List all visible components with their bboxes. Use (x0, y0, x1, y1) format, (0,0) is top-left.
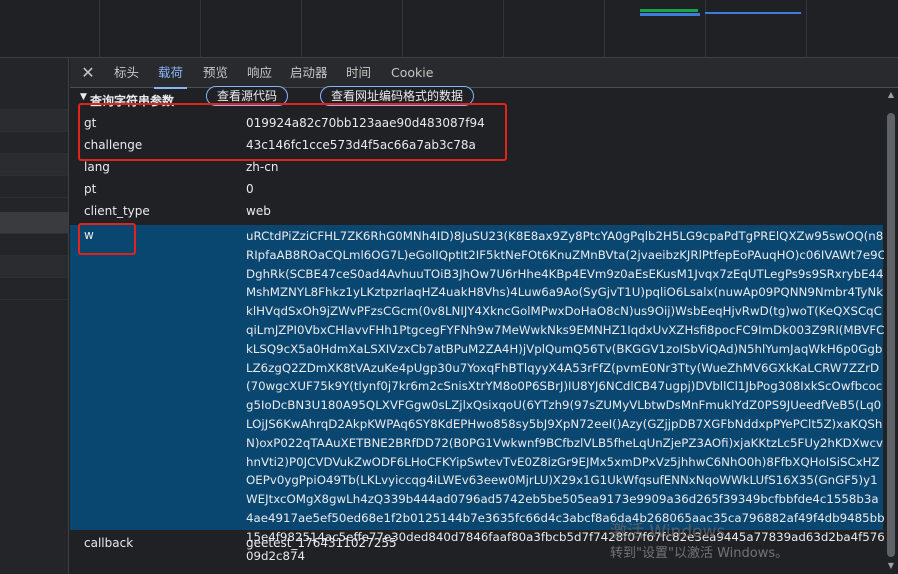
request-list-row[interactable] (0, 278, 68, 300)
highlight-box (78, 223, 136, 255)
timeline-gridline (200, 0, 201, 58)
param-value: 0 (246, 182, 254, 196)
devtools-detail-tabbar: ✕ 标头 载荷 预览 响应 启动器 时间 Cookie (70, 58, 898, 89)
horizontal-scroll-area (70, 566, 883, 574)
timeline-gridline (99, 0, 100, 58)
windows-activation-watermark-text: 转到"设置"以激活 Windows。 (610, 546, 789, 561)
param-row: lang zh-cn (70, 160, 883, 180)
param-value: web (246, 204, 271, 218)
request-list-row[interactable] (0, 256, 68, 278)
tab-cookies[interactable]: Cookie (387, 58, 437, 88)
request-list-column[interactable] (0, 58, 69, 574)
param-row: pt 0 (70, 182, 883, 202)
tab-timing[interactable]: 时间 (342, 58, 375, 88)
param-value: zh-cn (246, 160, 279, 174)
vertical-scrollbar[interactable]: ▲ ▼ (884, 89, 898, 574)
close-icon[interactable]: ✕ (78, 63, 98, 83)
param-row-selected[interactable]: w uRCtdPiZziCFHL7ZK6RhG0MNh4ID)8JuSU23(K… (70, 225, 886, 563)
request-list-row[interactable] (0, 132, 68, 154)
request-list-row[interactable] (0, 88, 68, 110)
payload-panel: ▼ 查询字符串参数 查看源代码 查看网址编码格式的数据 gt 019924a82… (70, 86, 886, 574)
request-list-row[interactable] (0, 176, 68, 198)
caret-down-icon[interactable]: ▼ (80, 92, 87, 102)
param-value-w[interactable]: uRCtdPiZziCFHL7ZK6RhG0MNh4ID)8JuSU23(K8E… (246, 227, 886, 565)
tab-preview[interactable]: 预览 (199, 58, 232, 88)
timeline-request-bar (640, 9, 698, 12)
param-key: lang (84, 160, 110, 174)
timeline-gridline (604, 0, 605, 58)
tab-headers[interactable]: 标头 (110, 58, 143, 88)
timeline-request-bar (705, 12, 801, 14)
param-value: geetest_1764311027255 (246, 536, 397, 550)
tab-payload[interactable]: 载荷 (154, 58, 188, 89)
timeline-gridline (301, 0, 302, 58)
timeline-gridline (705, 0, 706, 58)
request-list-row[interactable] (0, 154, 68, 176)
tab-initiator[interactable]: 启动器 (286, 58, 332, 88)
request-list-row[interactable] (0, 234, 68, 256)
request-list-row[interactable] (0, 110, 68, 132)
timeline-request-bar (640, 13, 700, 16)
highlight-box (78, 103, 507, 161)
windows-activation-watermark-title: 激活 Windows (610, 522, 726, 542)
scroll-up-arrow-icon[interactable]: ▲ (886, 90, 896, 100)
tab-response[interactable]: 响应 (243, 58, 276, 88)
param-row: client_type web (70, 204, 883, 224)
timeline-gridline (402, 0, 403, 58)
timeline-gridline (503, 0, 504, 58)
param-key: client_type (84, 204, 150, 218)
scroll-thumb[interactable] (887, 113, 895, 557)
param-key: pt (84, 182, 97, 196)
param-key: callback (84, 536, 134, 550)
request-list-row-selected[interactable] (0, 212, 68, 234)
timeline-gridline (806, 0, 807, 58)
network-timeline-overview (0, 0, 898, 58)
scroll-down-arrow-icon[interactable]: ▼ (886, 561, 896, 571)
